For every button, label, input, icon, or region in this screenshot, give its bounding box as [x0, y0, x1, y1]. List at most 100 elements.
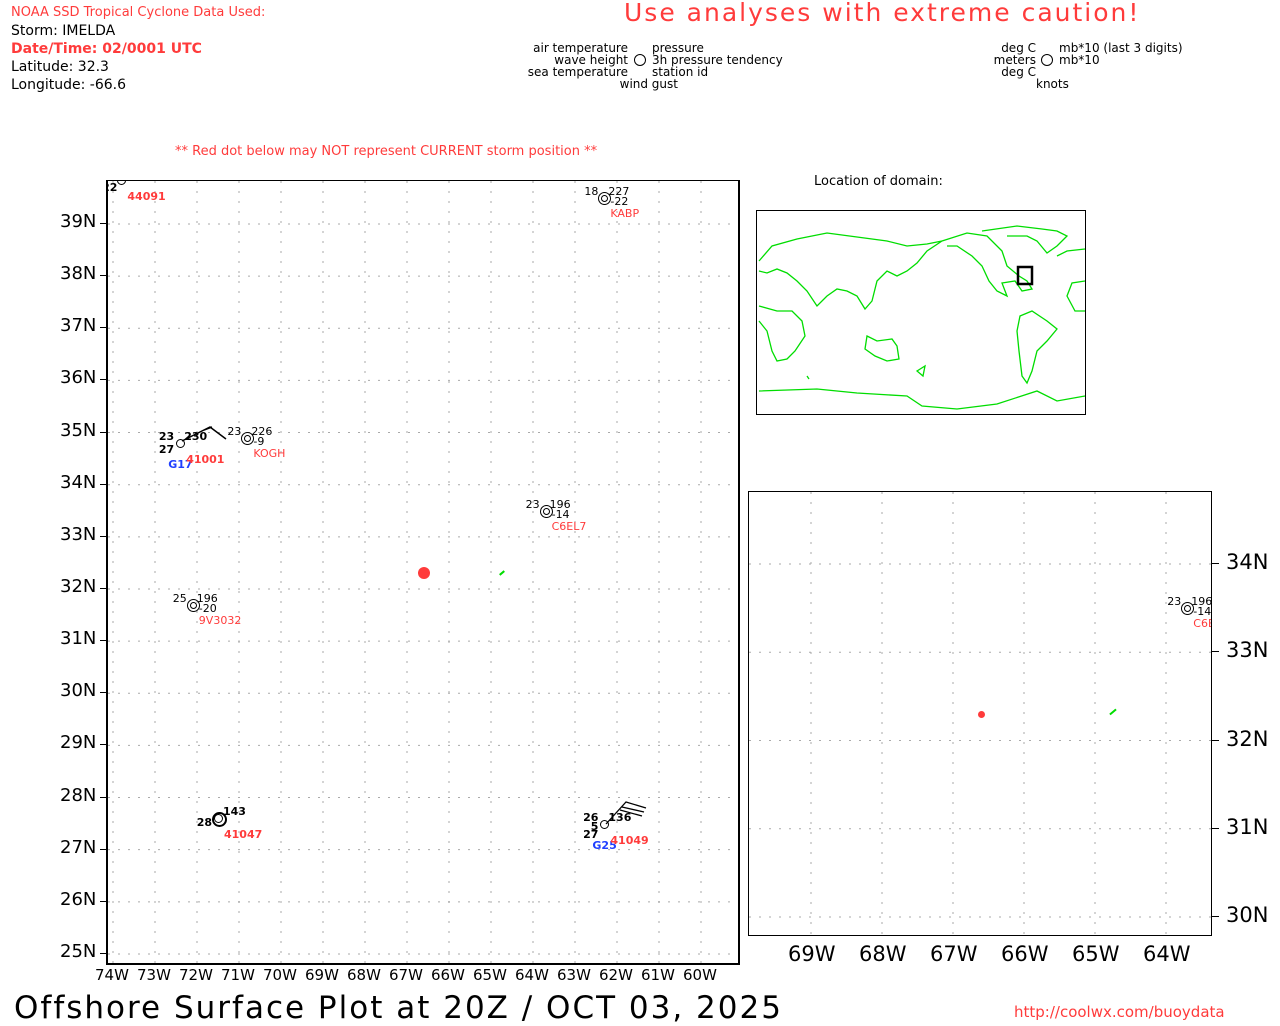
station-air: 25 [172, 591, 187, 605]
lat-label: 38N [60, 263, 97, 285]
station-circle-icon [1041, 54, 1053, 66]
station-pres: 143 [223, 805, 246, 819]
station-tend: -14 [551, 507, 570, 521]
tick-mark [100, 275, 107, 277]
tick-mark [100, 327, 107, 329]
lat-label: 36N [60, 367, 97, 389]
legend-station-id: station id [652, 65, 709, 79]
station-id-label: 41049 [610, 833, 649, 847]
legend-unit-tendency: mb*10 [1059, 53, 1100, 67]
tick-mark [100, 483, 107, 485]
station-id-label: C6EL7 [1193, 617, 1211, 631]
ship-circle-inner-icon [542, 507, 550, 515]
tick-mark [100, 587, 107, 589]
tick-mark [1211, 916, 1219, 917]
tick-mark [100, 223, 107, 224]
legend-unit-gust: knots [1036, 77, 1069, 91]
world-coastlines [758, 225, 1085, 410]
tick-mark [100, 796, 107, 798]
lon-label: 65W [473, 966, 507, 984]
tick-mark [1211, 563, 1219, 564]
station-air: 23 [158, 429, 175, 443]
lon-label: 72W [179, 966, 213, 984]
lon-label: 69W [305, 966, 339, 984]
lon-label: 66W [1001, 942, 1049, 966]
station-id-label: KABP [610, 206, 640, 220]
station-id-label: KOGH [253, 446, 286, 460]
tick-mark [1211, 739, 1219, 741]
lon-label: 74W [95, 966, 129, 984]
tick-mark [100, 744, 107, 746]
caution-banner: Use analyses with extreme caution! [624, 0, 1141, 27]
inset-map[interactable]: 23196-14C6EL7 [748, 491, 1212, 936]
legend-unit-sea: deg C [1001, 65, 1036, 79]
source-url-link[interactable]: http://coolwx.com/buoydata [1014, 1003, 1225, 1021]
lat-label: 31N [60, 628, 97, 650]
storm-name: Storm: IMELDA [11, 23, 116, 39]
tick-mark [100, 431, 107, 433]
station-tend: -9 [253, 434, 265, 448]
lon-label: 73W [137, 966, 171, 984]
tick-mark [100, 640, 107, 642]
storm-position-dot [977, 710, 985, 718]
lat-label: 37N [60, 315, 97, 337]
station-sea: 27 [158, 442, 175, 456]
station-bl: 22 [108, 181, 118, 195]
lat-label: 34N [60, 471, 97, 493]
tick-mark [100, 535, 107, 537]
lat-label: 32N [60, 575, 97, 597]
data-source-label: NOAA SSD Tropical Cyclone Data Used: [11, 5, 266, 20]
storm-latitude: Latitude: 32.3 [11, 59, 109, 75]
station-air: 23 [1167, 595, 1182, 609]
lon-label: 64W [1143, 942, 1191, 966]
station-id-label: 41047 [224, 828, 263, 842]
lon-label: 65W [1072, 942, 1120, 966]
lat-label: 28N [60, 784, 97, 806]
lon-label: 68W [347, 966, 381, 984]
lon-label: 60W [683, 966, 717, 984]
station-air: 23 [525, 497, 540, 511]
lon-label: 63W [557, 966, 591, 984]
plot-title: Offshore Surface Plot at 20Z / OCT 03, 2… [14, 990, 783, 1026]
lon-label: 68W [859, 942, 907, 966]
tick-mark [100, 379, 107, 381]
storm-datetime: Date/Time: 02/0001 UTC [11, 41, 202, 57]
main-map[interactable]: 2224409118227-22KABP2323027G174100123226… [106, 180, 740, 965]
lon-label: 67W [930, 942, 978, 966]
lon-label: 70W [263, 966, 297, 984]
lon-label: 66W [431, 966, 465, 984]
lon-label: 62W [599, 966, 633, 984]
lat-label: 27N [60, 836, 97, 858]
station-id-label: 9V3032 [198, 613, 242, 627]
lat-label: 34N [1226, 550, 1269, 574]
wind-barb-icon [605, 800, 647, 825]
station-id-label: 41001 [186, 452, 225, 466]
legend-sea-temperature: sea temperature [527, 65, 628, 79]
legend-wind-gust: wind gust [619, 77, 678, 91]
lat-label: 39N [60, 211, 97, 232]
tick-mark [100, 848, 107, 850]
lat-label: 26N [60, 888, 97, 910]
station-circle-icon [634, 54, 646, 66]
station-tend: -22 [610, 194, 629, 208]
world-locator-map [756, 210, 1086, 415]
lon-label: 61W [641, 966, 675, 984]
station-air: 23 [227, 424, 242, 438]
location-of-domain-label: Location of domain: [814, 174, 943, 189]
lon-label: 69W [788, 942, 836, 966]
station-tend: -14 [1193, 605, 1212, 619]
station-sea: 27 [583, 827, 599, 841]
lat-label: 25N [60, 940, 97, 962]
tick-mark [100, 692, 107, 694]
lat-label: 33N [1226, 638, 1269, 663]
tick-mark [1211, 827, 1219, 829]
station-air: 28 [196, 816, 212, 830]
lon-label: 67W [389, 966, 423, 984]
lat-label: 31N [1226, 814, 1269, 839]
station-id-label: C6EL7 [551, 519, 587, 533]
lat-label: 29N [60, 732, 97, 754]
lat-label: 30N [1226, 903, 1269, 927]
lon-label: 64W [515, 966, 549, 984]
tick-mark [100, 900, 107, 902]
tick-mark [100, 952, 107, 954]
